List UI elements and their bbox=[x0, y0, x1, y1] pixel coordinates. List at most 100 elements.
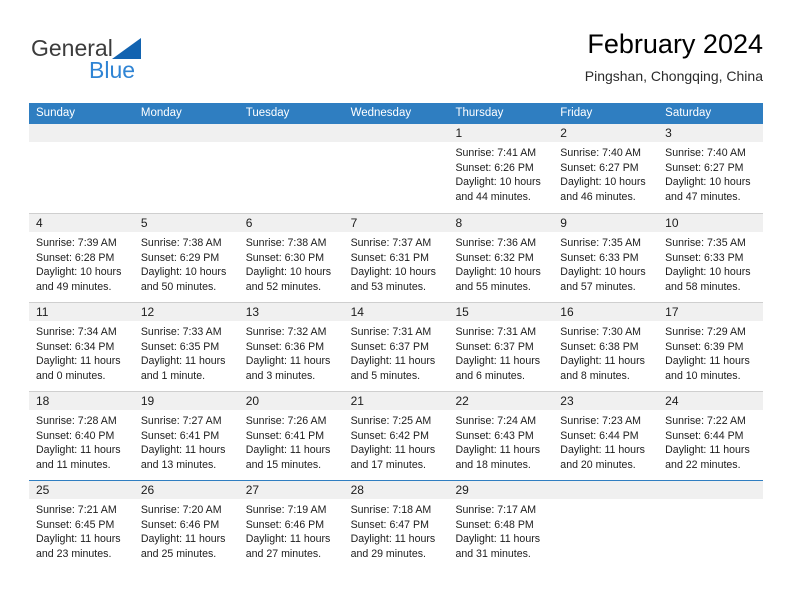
day-details: Sunrise: 7:25 AM Sunset: 6:42 PM Daylight:… bbox=[344, 410, 449, 472]
calendar-day-cell[interactable]: 25 Sunrise: 7:21 AM Sunset: 6:45 PM Dayligh… bbox=[29, 481, 134, 569]
sunset-line: Sunset: 6:32 PM bbox=[455, 251, 534, 264]
daylight-line-1: Daylight: 10 hours bbox=[245, 266, 332, 279]
sunrise-line: Sunrise: 7:24 AM bbox=[455, 415, 537, 427]
day-number: 20 bbox=[245, 394, 260, 408]
day-details: Sunrise: 7:22 AM Sunset: 6:44 PM Daylight:… bbox=[658, 410, 763, 472]
calendar-grid: Sunday Monday Tuesday Wednesday Thursday Frid… bbox=[29, 103, 764, 569]
sunrise-line: Sunrise: 7:25 AM bbox=[350, 415, 432, 427]
calendar-day-cell[interactable]: 9 Sunrise: 7:35 AM Sunset: 6:33 PM Daylight… bbox=[553, 214, 659, 302]
calendar-day-cell[interactable]: 1 Sunrise: 7:41 AM Sunset: 6:26 PM Daylight… bbox=[448, 124, 554, 213]
sunrise-line: Sunrise: 7:26 AM bbox=[245, 415, 327, 427]
day-number: 15 bbox=[455, 305, 469, 319]
title-block: February 2024 Pingshan, Chongqing, China bbox=[585, 28, 763, 85]
daylight-line-2: and 57 minutes. bbox=[560, 280, 636, 293]
calendar-day-cell[interactable]: 6 Sunrise: 7:38 AM Sunset: 6:30 PM Daylight… bbox=[238, 214, 344, 302]
calendar-day-cell[interactable]: 12 Sunrise: 7:33 AM Sunset: 6:35 PM Dayligh… bbox=[133, 303, 239, 391]
daylight-line-1: Daylight: 11 hours bbox=[36, 444, 121, 457]
calendar-week-row: 18 Sunrise: 7:28 AM Sunset: 6:40 PM Dayligh… bbox=[29, 391, 764, 480]
calendar-day-cell[interactable]: 8 Sunrise: 7:36 AM Sunset: 6:32 PM Daylight… bbox=[448, 214, 554, 302]
daylight-line-2: and 5 minutes. bbox=[350, 369, 421, 382]
sunrise-line: Sunrise: 7:28 AM bbox=[36, 415, 117, 427]
day-number-band: 22 bbox=[448, 392, 554, 410]
calendar-day-cell[interactable]: 2 Sunrise: 7:40 AM Sunset: 6:27 PM Daylight… bbox=[553, 124, 659, 213]
weekday-header-row: Sunday Monday Tuesday Wednesday Thursday Frid… bbox=[29, 103, 763, 124]
sunrise-line: Sunrise: 7:37 AM bbox=[350, 237, 432, 249]
day-number: 19 bbox=[140, 394, 155, 408]
calendar-day-cell[interactable]: 10 Sunrise: 7:35 AM Sunset: 6:33 PM Dayligh… bbox=[658, 214, 764, 302]
daylight-line-2: and 13 minutes. bbox=[140, 458, 217, 471]
day-number: 27 bbox=[245, 483, 260, 497]
daylight-line-1: Daylight: 11 hours bbox=[350, 533, 436, 546]
sunset-line: Sunset: 6:44 PM bbox=[665, 429, 744, 442]
day-number: 13 bbox=[245, 305, 260, 319]
calendar-day-cell[interactable]: 27 Sunrise: 7:19 AM Sunset: 6:46 PM Dayligh… bbox=[238, 481, 344, 569]
daylight-line-1: Daylight: 10 hours bbox=[140, 266, 227, 279]
day-number-band: 10 bbox=[658, 214, 764, 232]
day-details: Sunrise: 7:35 AM Sunset: 6:33 PM Daylight:… bbox=[658, 232, 763, 294]
calendar-week-row: 25 Sunrise: 7:21 AM Sunset: 6:45 PM Dayligh… bbox=[29, 480, 764, 569]
sunrise-line: Sunrise: 7:20 AM bbox=[140, 504, 222, 516]
general-blue-logo[interactable]: General Blue bbox=[29, 36, 249, 92]
day-number-band: 9 bbox=[553, 214, 659, 232]
calendar-day-cell[interactable]: 13 Sunrise: 7:32 AM Sunset: 6:36 PM Dayligh… bbox=[238, 303, 344, 391]
daylight-line-1: Daylight: 11 hours bbox=[140, 533, 226, 546]
day-number-band: 16 bbox=[553, 303, 659, 321]
daylight-line-1: Daylight: 10 hours bbox=[455, 266, 541, 279]
day-number: 1 bbox=[455, 126, 463, 140]
calendar-day-cell[interactable]: 17 Sunrise: 7:29 AM Sunset: 6:39 PM Dayligh… bbox=[658, 303, 764, 391]
calendar-weeks: 1 Sunrise: 7:41 AM Sunset: 6:26 PM Daylight… bbox=[29, 124, 764, 569]
calendar-day-cell[interactable]: 15 Sunrise: 7:31 AM Sunset: 6:37 PM Dayligh… bbox=[448, 303, 554, 391]
day-number: 4 bbox=[36, 216, 43, 230]
day-details: Sunrise: 7:26 AM Sunset: 6:41 PM Daylight:… bbox=[239, 410, 344, 472]
calendar-day-cell[interactable]: 3 Sunrise: 7:40 AM Sunset: 6:27 PM Daylight… bbox=[658, 124, 764, 213]
weekday-header-wednesday: Wednesday bbox=[350, 107, 412, 119]
calendar-day-cell[interactable]: 26 Sunrise: 7:20 AM Sunset: 6:46 PM Dayligh… bbox=[133, 481, 239, 569]
calendar-day-cell[interactable]: 24 Sunrise: 7:22 AM Sunset: 6:44 PM Dayligh… bbox=[658, 392, 764, 480]
sunrise-line: Sunrise: 7:19 AM bbox=[245, 504, 327, 516]
day-details: Sunrise: 7:27 AM Sunset: 6:41 PM Daylight:… bbox=[134, 410, 239, 472]
daylight-line-2: and 47 minutes. bbox=[665, 190, 741, 203]
day-details: Sunrise: 7:24 AM Sunset: 6:43 PM Daylight:… bbox=[448, 410, 553, 472]
sunset-line: Sunset: 6:47 PM bbox=[350, 518, 429, 531]
daylight-line-1: Daylight: 11 hours bbox=[455, 444, 541, 457]
calendar-day-cell[interactable]: 11 Sunrise: 7:34 AM Sunset: 6:34 PM Dayligh… bbox=[29, 303, 134, 391]
calendar-day-cell[interactable]: 28 Sunrise: 7:18 AM Sunset: 6:47 PM Dayligh… bbox=[343, 481, 449, 569]
calendar-day-cell[interactable]: 20 Sunrise: 7:26 AM Sunset: 6:41 PM Dayligh… bbox=[238, 392, 344, 480]
calendar-day-cell[interactable]: 7 Sunrise: 7:37 AM Sunset: 6:31 PM Daylight… bbox=[343, 214, 449, 302]
weekday-header-monday: Monday bbox=[140, 107, 182, 119]
sunset-line: Sunset: 6:27 PM bbox=[665, 161, 744, 174]
calendar-day-cell[interactable]: 18 Sunrise: 7:28 AM Sunset: 6:40 PM Dayligh… bbox=[29, 392, 134, 480]
weekday-header-tuesday: Tuesday bbox=[245, 107, 290, 119]
daylight-line-2: and 29 minutes. bbox=[350, 547, 426, 560]
calendar-day-cell[interactable]: 16 Sunrise: 7:30 AM Sunset: 6:38 PM Dayligh… bbox=[553, 303, 659, 391]
daylight-line-1: Daylight: 11 hours bbox=[36, 355, 121, 368]
calendar-day-cell[interactable]: 22 Sunrise: 7:24 AM Sunset: 6:43 PM Dayligh… bbox=[448, 392, 554, 480]
calendar-day-cell[interactable]: 21 Sunrise: 7:25 AM Sunset: 6:42 PM Dayligh… bbox=[343, 392, 449, 480]
daylight-line-2: and 52 minutes. bbox=[245, 280, 322, 293]
sunset-line: Sunset: 6:48 PM bbox=[455, 518, 534, 531]
day-number-band bbox=[133, 124, 239, 142]
sunrise-line: Sunrise: 7:41 AM bbox=[455, 147, 537, 159]
day-number-band bbox=[343, 124, 449, 142]
daylight-line-2: and 55 minutes. bbox=[455, 280, 531, 293]
sunset-line: Sunset: 6:33 PM bbox=[560, 251, 639, 264]
calendar-day-cell[interactable]: 4 Sunrise: 7:39 AM Sunset: 6:28 PM Daylight… bbox=[29, 214, 134, 302]
day-number: 29 bbox=[455, 483, 469, 497]
calendar-day-cell[interactable]: 5 Sunrise: 7:38 AM Sunset: 6:29 PM Daylight… bbox=[133, 214, 239, 302]
day-details: Sunrise: 7:34 AM Sunset: 6:34 PM Daylight:… bbox=[29, 321, 134, 383]
sunset-line: Sunset: 6:26 PM bbox=[455, 161, 534, 174]
day-number-band: 23 bbox=[553, 392, 659, 410]
calendar-day-cell[interactable]: 23 Sunrise: 7:23 AM Sunset: 6:44 PM Dayligh… bbox=[553, 392, 659, 480]
day-details: Sunrise: 7:41 AM Sunset: 6:26 PM Daylight:… bbox=[448, 142, 553, 204]
calendar-day-cell[interactable]: 14 Sunrise: 7:31 AM Sunset: 6:37 PM Dayligh… bbox=[343, 303, 449, 391]
daylight-line-2: and 11 minutes. bbox=[36, 458, 111, 471]
sunset-line: Sunset: 6:33 PM bbox=[665, 251, 744, 264]
sunrise-line: Sunrise: 7:23 AM bbox=[560, 415, 641, 427]
calendar-day-cell[interactable]: 19 Sunrise: 7:27 AM Sunset: 6:41 PM Dayligh… bbox=[133, 392, 239, 480]
calendar-day-cell[interactable]: 29 Sunrise: 7:17 AM Sunset: 6:48 PM Dayligh… bbox=[448, 481, 554, 569]
daylight-line-1: Daylight: 11 hours bbox=[350, 355, 436, 368]
day-details: Sunrise: 7:35 AM Sunset: 6:33 PM Daylight:… bbox=[553, 232, 658, 294]
day-number-band: 14 bbox=[343, 303, 449, 321]
sunrise-line: Sunrise: 7:34 AM bbox=[36, 326, 117, 338]
day-details: Sunrise: 7:31 AM Sunset: 6:37 PM Daylight:… bbox=[344, 321, 449, 383]
